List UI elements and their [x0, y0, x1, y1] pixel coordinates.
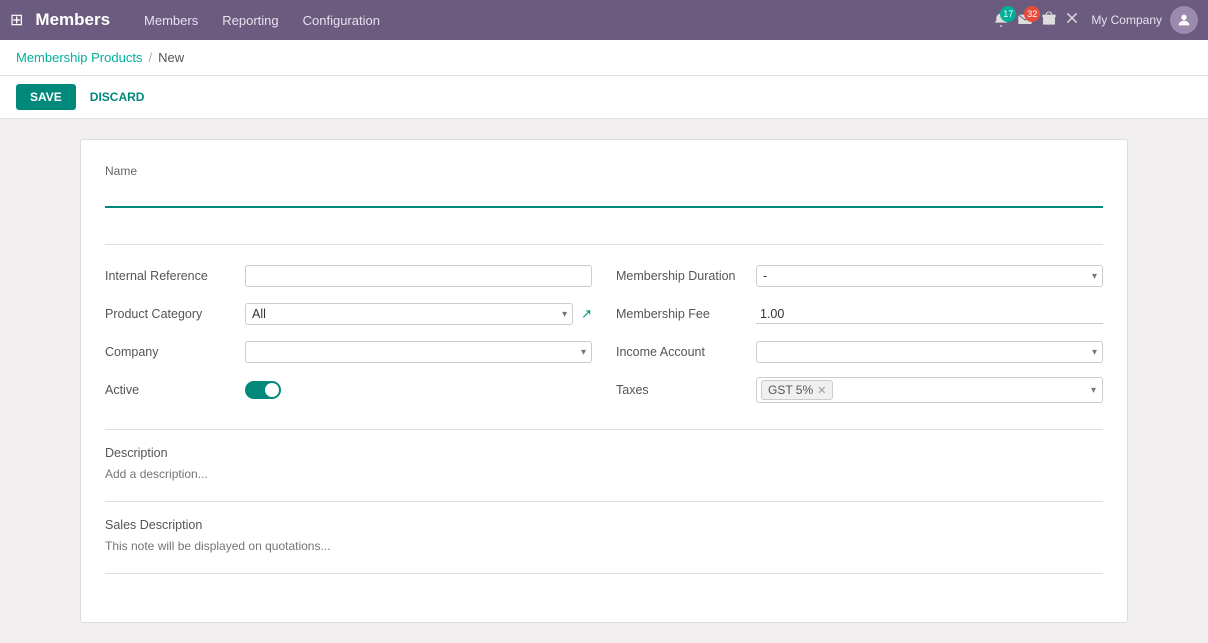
close-icon[interactable]: [1065, 11, 1079, 29]
tax-badge-close-icon[interactable]: ✕: [817, 384, 826, 397]
company-select[interactable]: [245, 341, 592, 363]
notification-badge: 17: [1000, 6, 1016, 22]
notification-icon[interactable]: 17: [993, 12, 1009, 28]
internal-reference-label: Internal Reference: [105, 269, 245, 283]
income-account-select[interactable]: [756, 341, 1103, 363]
income-account-select-wrapper: ▾: [756, 341, 1103, 363]
membership-duration-label: Membership Duration: [616, 269, 756, 283]
sales-description-section: Sales Description: [105, 518, 1103, 553]
grid-icon[interactable]: ⊞: [10, 10, 23, 30]
company-value: ▾: [245, 341, 592, 363]
form-columns: Internal Reference Product Category All …: [105, 261, 1103, 413]
internal-reference-value: [245, 265, 592, 287]
sales-description-label: Sales Description: [105, 518, 1103, 532]
avatar[interactable]: [1170, 6, 1198, 34]
income-account-row: Income Account ▾: [616, 337, 1103, 367]
action-bar: SAVE DISCARD: [0, 76, 1208, 119]
toggle-thumb: [265, 383, 279, 397]
taxes-row: Taxes GST 5% ✕ ▾: [616, 375, 1103, 405]
taxes-label: Taxes: [616, 383, 756, 397]
form-card: Name Internal Reference Product Category: [80, 139, 1128, 623]
discard-button[interactable]: DISCARD: [86, 84, 149, 110]
company-label[interactable]: My Company: [1091, 13, 1162, 27]
product-category-select[interactable]: All: [245, 303, 573, 325]
main-nav: Members Reporting Configuration: [134, 9, 390, 32]
breadcrumb-link[interactable]: Membership Products: [16, 50, 142, 65]
taxes-wrapper[interactable]: GST 5% ✕ ▾: [756, 377, 1103, 403]
product-category-select-wrapper: All ▾: [245, 303, 573, 325]
product-category-label: Product Category: [105, 307, 245, 321]
internal-reference-row: Internal Reference: [105, 261, 592, 291]
description-label: Description: [105, 446, 1103, 460]
active-toggle[interactable]: [245, 381, 281, 399]
message-badge: 32: [1024, 6, 1040, 22]
breadcrumb-bar: Membership Products / New: [0, 40, 1208, 76]
name-divider: [105, 244, 1103, 245]
product-category-external-link-icon[interactable]: ↗: [581, 306, 592, 322]
taxes-chevron-icon: ▾: [1091, 385, 1096, 396]
form-left-column: Internal Reference Product Category All …: [105, 261, 592, 413]
message-icon[interactable]: 32: [1017, 12, 1033, 28]
membership-duration-row: Membership Duration - ▾: [616, 261, 1103, 291]
form-right-column: Membership Duration - ▾ Membership Fee: [616, 261, 1103, 413]
membership-duration-select[interactable]: -: [756, 265, 1103, 287]
name-field-label: Name: [105, 164, 1103, 178]
income-account-label: Income Account: [616, 345, 756, 359]
active-label: Active: [105, 383, 245, 397]
taxes-value: GST 5% ✕ ▾: [756, 377, 1103, 403]
sales-description-input[interactable]: [105, 539, 1103, 553]
nav-configuration[interactable]: Configuration: [293, 9, 390, 32]
membership-fee-label: Membership Fee: [616, 307, 756, 321]
membership-duration-select-wrapper: - ▾: [756, 265, 1103, 287]
form-bottom-divider: [105, 573, 1103, 574]
gst-tax-badge: GST 5% ✕: [761, 380, 833, 400]
membership-duration-value: - ▾: [756, 265, 1103, 287]
save-button[interactable]: SAVE: [16, 84, 76, 110]
sales-description-divider: [105, 501, 1103, 502]
product-category-row: Product Category All ▾ ↗: [105, 299, 592, 329]
product-category-value: All ▾ ↗: [245, 303, 592, 325]
name-input[interactable]: [105, 182, 1103, 208]
topbar: ⊞ Members Members Reporting Configuratio…: [0, 0, 1208, 40]
description-divider-top: [105, 429, 1103, 430]
description-input[interactable]: [105, 467, 1103, 481]
main-content: Name Internal Reference Product Category: [0, 119, 1208, 643]
company-label: Company: [105, 345, 245, 359]
app-title: Members: [35, 10, 110, 30]
description-section: Description: [105, 446, 1103, 481]
nav-members[interactable]: Members: [134, 9, 208, 32]
internal-reference-input[interactable]: [245, 265, 592, 287]
gift-icon[interactable]: [1041, 10, 1057, 30]
tax-badge-label: GST 5%: [768, 383, 813, 397]
nav-reporting[interactable]: Reporting: [212, 9, 288, 32]
membership-fee-value: [756, 305, 1103, 324]
membership-fee-row: Membership Fee: [616, 299, 1103, 329]
company-row: Company ▾: [105, 337, 592, 367]
breadcrumb-separator: /: [148, 50, 152, 65]
breadcrumb-current: New: [158, 50, 184, 65]
company-select-wrapper: ▾: [245, 341, 592, 363]
topbar-icons: 17 32 My Company: [993, 6, 1198, 34]
membership-fee-input[interactable]: [756, 305, 1103, 324]
active-row: Active: [105, 375, 592, 405]
income-account-value: ▾: [756, 341, 1103, 363]
active-toggle-wrapper: [245, 381, 592, 399]
